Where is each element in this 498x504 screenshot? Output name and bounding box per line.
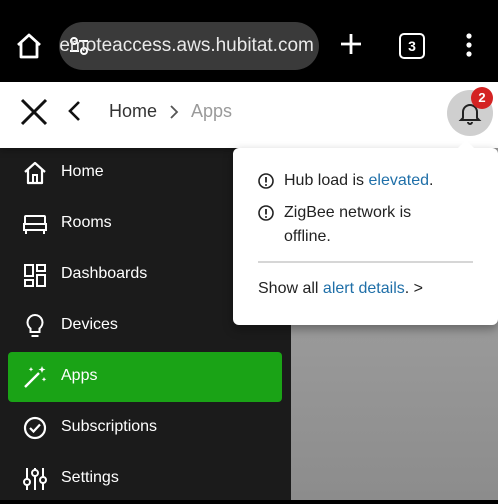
sidebar-item-label: Devices [61,316,118,333]
divider [258,261,473,263]
dashboard-icon [24,264,46,287]
alert-circle-icon [258,173,274,189]
url-text: remoteaccess.aws.hubitat.com [59,35,314,56]
sidebar-item-subscriptions[interactable]: Subscriptions [8,403,282,453]
sidebar-item-label: Settings [61,469,119,486]
new-tab-icon[interactable] [339,32,363,56]
show-all-suffix[interactable]: . > [405,280,423,297]
close-icon[interactable] [19,97,49,127]
home-icon[interactable] [14,31,44,61]
back-arrow-icon[interactable] [66,99,84,123]
app-header: Home Apps [0,82,498,148]
chevron-right-icon [170,104,179,119]
alert-message: ZigBee network is offline. [284,204,412,245]
alert-link[interactable]: elevated [369,172,430,189]
sidebar-item-label: Apps [61,367,98,384]
alert-text: Hub load is elevated. [284,169,489,193]
home-icon [24,161,46,185]
breadcrumb-current: Apps [191,101,233,121]
breadcrumb: Home Apps [109,101,232,122]
breadcrumb-home[interactable]: Home [109,101,157,122]
browser-toolbar: remoteaccess.aws.hubitat.com 3 [0,0,498,82]
alert-details-link[interactable]: alert details [323,280,405,297]
lightbulb-icon [26,313,44,337]
tab-count-button[interactable]: 3 [399,33,425,59]
url-bar[interactable]: remoteaccess.aws.hubitat.com [59,22,319,70]
alerts-popover: Hub load is elevated. ZigBee network is … [233,140,498,325]
sliders-icon [23,468,47,490]
notification-count-badge: 2 [471,87,493,109]
bed-icon [23,215,47,234]
sidebar-item-label: Dashboards [61,265,148,282]
more-vert-icon[interactable] [459,32,479,58]
check-circle-icon [23,416,47,440]
sidebar-item-apps[interactable]: Apps [8,352,282,402]
alert-message: Hub load is [284,172,369,189]
show-all-prefix: Show all [258,280,323,297]
show-all-alerts: Show all alert details. > [258,280,423,298]
magic-wand-icon [24,366,47,388]
sidebar-item-label: Subscriptions [61,418,158,435]
alert-suffix: . [429,172,434,189]
sidebar-item-label: Home [61,163,104,180]
alert-circle-icon [258,205,274,221]
sidebar-item-settings[interactable]: Settings [8,454,282,504]
sidebar-item-label: Rooms [61,214,112,231]
